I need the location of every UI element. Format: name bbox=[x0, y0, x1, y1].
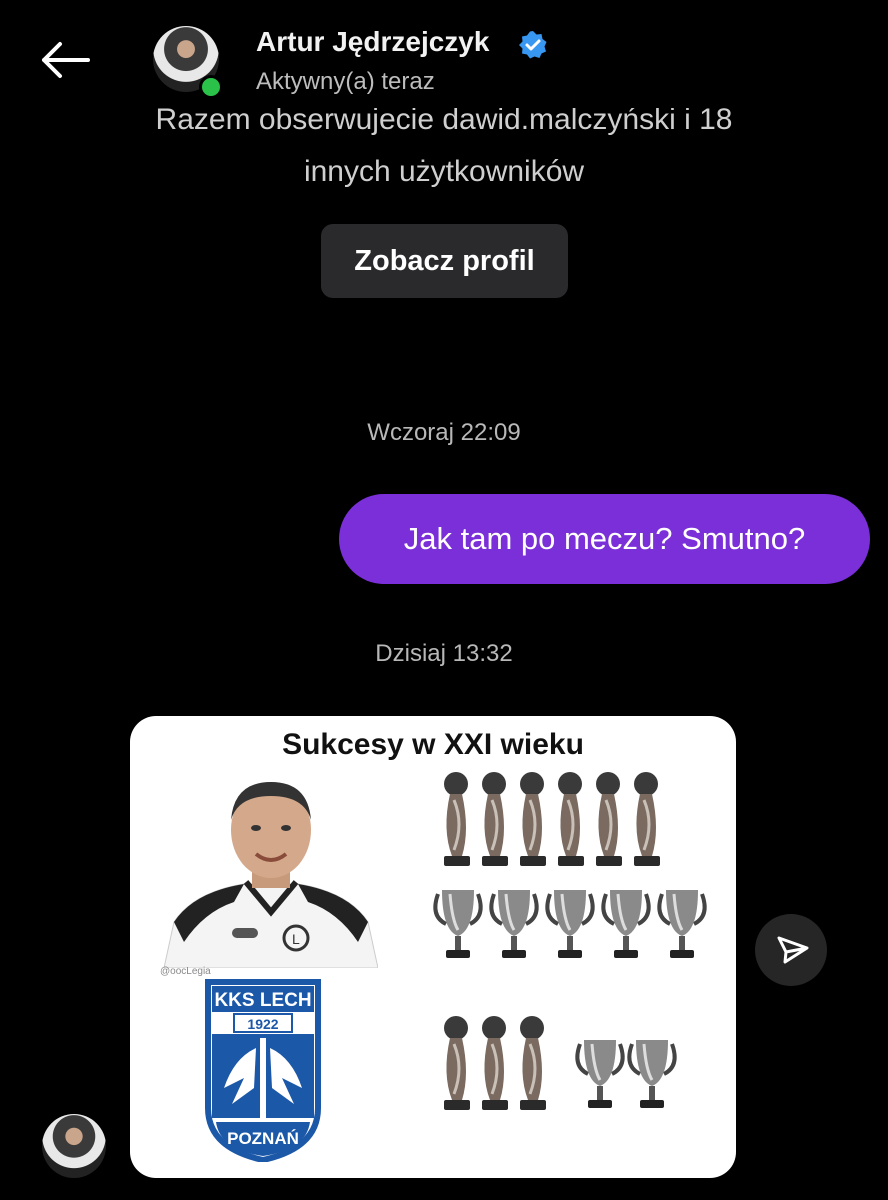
crest-top-text: KKS LECH bbox=[214, 990, 311, 1011]
league-trophy-icon bbox=[520, 1016, 546, 1110]
crest-year-text: 1922 bbox=[247, 1016, 278, 1032]
verified-badge-icon bbox=[519, 31, 547, 59]
mutual-followers-line2: innych użytkowników bbox=[303, 155, 585, 188]
league-trophy-icon bbox=[596, 772, 622, 866]
cup-trophy-icon bbox=[433, 890, 483, 958]
cup-trophy-icon bbox=[489, 890, 539, 958]
back-button[interactable] bbox=[36, 36, 94, 84]
league-trophy-icon bbox=[634, 772, 660, 866]
active-status: Aktywny(a) teraz bbox=[256, 68, 435, 95]
svg-text:L: L bbox=[292, 931, 300, 947]
cup-trophy-icon bbox=[545, 890, 595, 958]
shared-post-card[interactable]: Sukcesy w XXI wieku L @oocLegia KKS LECH… bbox=[130, 716, 736, 1178]
arrow-left-icon bbox=[42, 42, 90, 78]
club-crest: KKS LECH 1922 POZNAŃ bbox=[205, 979, 321, 1162]
league-trophy-icon bbox=[444, 1016, 470, 1110]
crest-bottom-text: POZNAŃ bbox=[227, 1129, 299, 1148]
message-timestamp: Wczoraj 22:09 bbox=[367, 419, 521, 446]
online-status-dot bbox=[199, 75, 223, 99]
post-title: Sukcesy w XXI wieku bbox=[282, 728, 584, 761]
mutual-followers-line1: Razem obserwujecie dawid.malczyński i 18 bbox=[155, 108, 733, 136]
sender-avatar[interactable] bbox=[42, 1114, 106, 1178]
league-trophy-icon bbox=[558, 772, 584, 866]
cup-trophy-icon bbox=[627, 1040, 677, 1108]
share-button[interactable] bbox=[755, 914, 827, 986]
league-trophy-icon bbox=[520, 772, 546, 866]
watermark: @oocLegia bbox=[160, 966, 211, 977]
trophy-collection bbox=[433, 772, 707, 1110]
cup-trophy-icon bbox=[575, 1040, 625, 1108]
contact-name[interactable]: Artur Jędrzejczyk bbox=[256, 26, 489, 58]
cup-trophy-icon bbox=[601, 890, 651, 958]
league-trophy-icon bbox=[482, 1016, 508, 1110]
dm-conversation-screen: Artur Jędrzejczyk Aktywny(a) teraz Razem… bbox=[0, 0, 888, 1200]
send-icon bbox=[777, 936, 809, 964]
league-trophy-icon bbox=[482, 772, 508, 866]
message-timestamp: Dzisiaj 13:32 bbox=[375, 640, 513, 667]
player-photo: L bbox=[164, 782, 378, 968]
league-trophy-icon bbox=[444, 772, 470, 866]
cup-trophy-icon bbox=[657, 890, 707, 958]
sent-message-bubble[interactable]: Jak tam po meczu? Smutno? bbox=[339, 494, 870, 584]
view-profile-button[interactable]: Zobacz profil bbox=[321, 224, 568, 298]
